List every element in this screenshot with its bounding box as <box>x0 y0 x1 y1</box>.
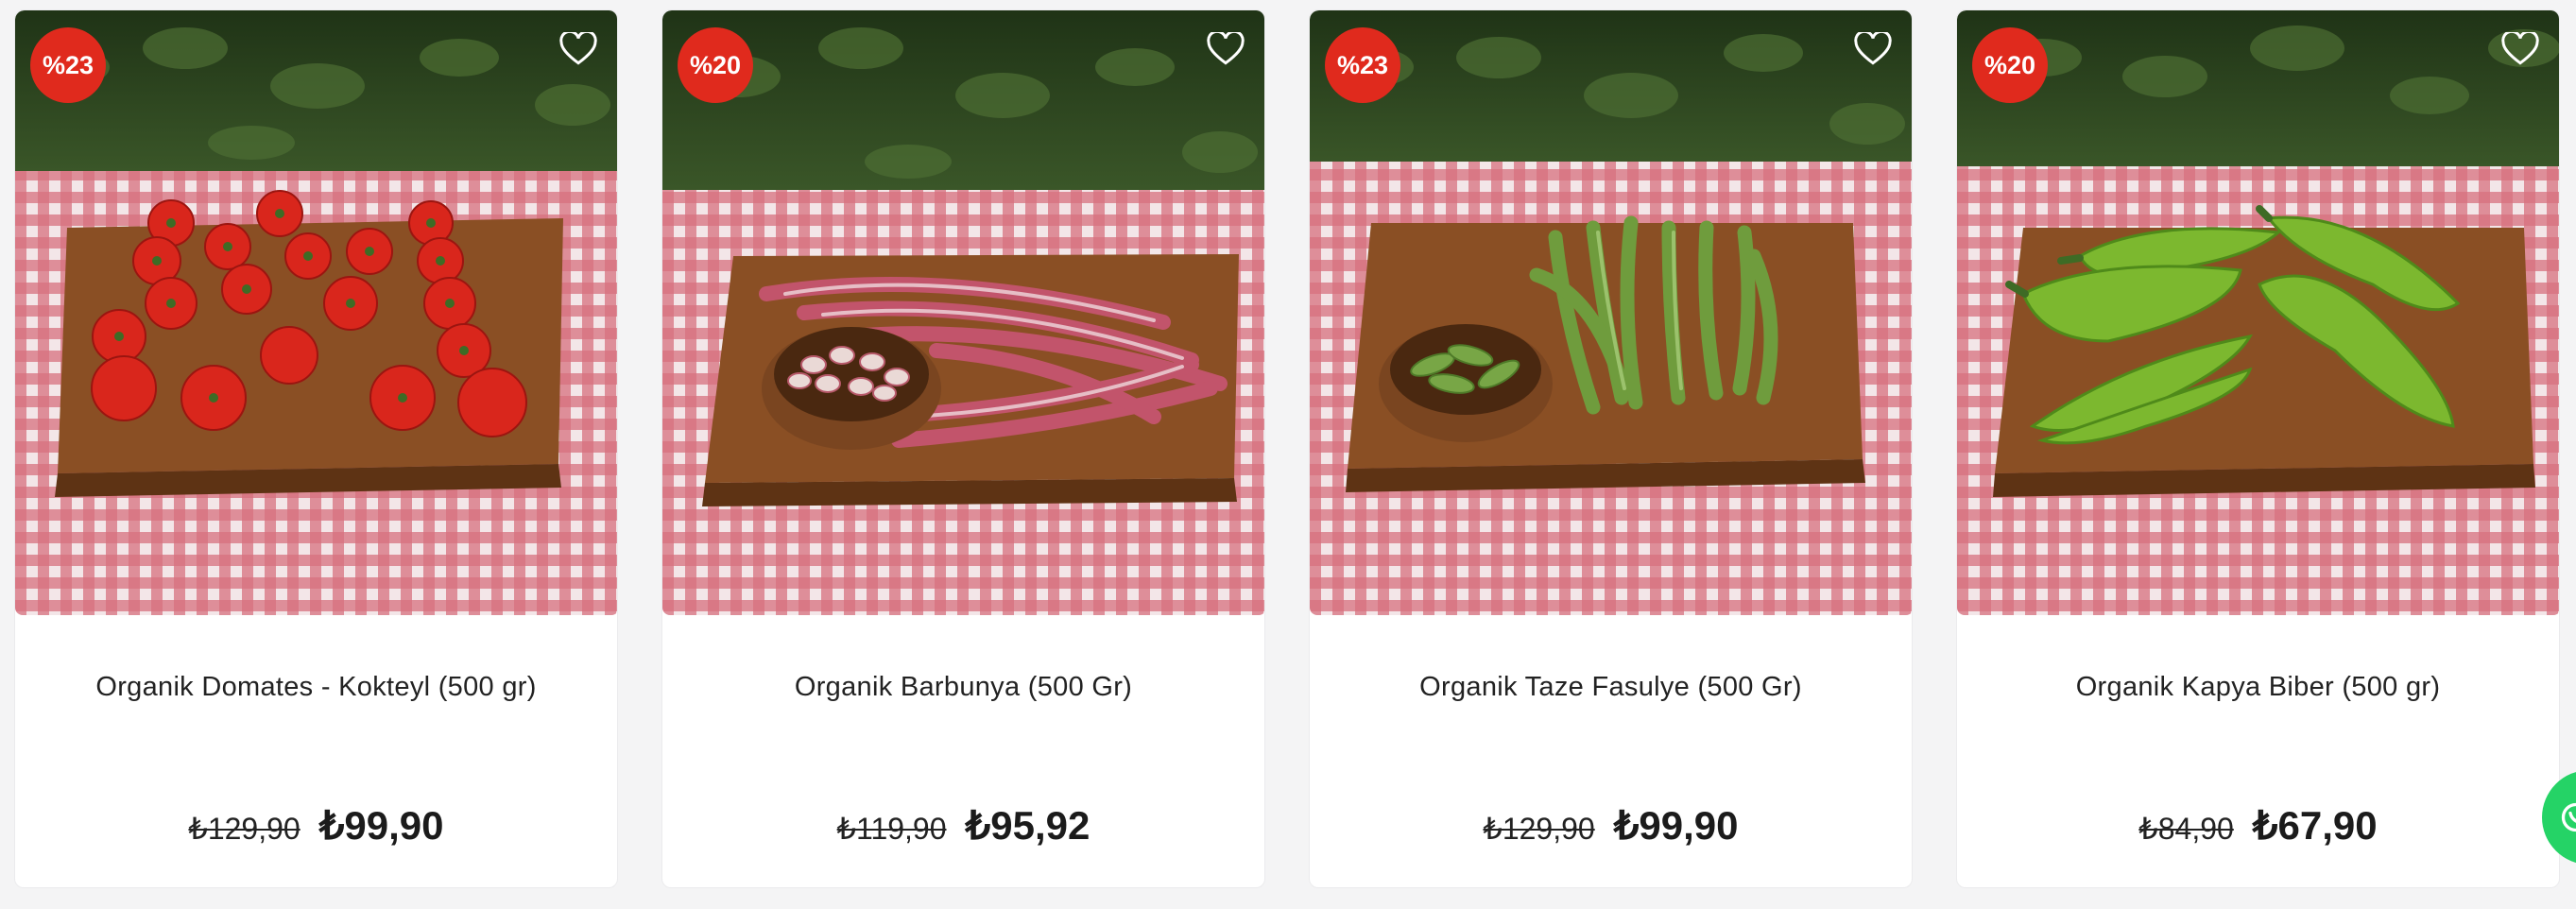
heart-icon[interactable] <box>1202 26 1249 73</box>
product-image[interactable] <box>1957 10 2559 615</box>
product-title[interactable]: Organik Domates - Kokteyl (500 gr) <box>15 672 617 703</box>
product-card[interactable]: %20 Organik Kapya Biber (500 gr) ₺84,90 … <box>1956 9 2560 888</box>
product-title[interactable]: Organik Barbunya (500 Gr) <box>662 672 1264 703</box>
price-row: ₺129,90 ₺99,90 <box>15 802 617 849</box>
product-card[interactable]: %23 Organik Taze Fasulye (500 Gr) ₺129,9… <box>1309 9 1913 888</box>
product-image[interactable] <box>15 10 617 615</box>
discount-badge: %23 <box>30 27 106 103</box>
price-row: ₺119,90 ₺95,92 <box>662 802 1264 849</box>
current-price: ₺99,90 <box>1613 803 1739 848</box>
product-title[interactable]: Organik Taze Fasulye (500 Gr) <box>1310 672 1912 703</box>
current-price: ₺99,90 <box>318 803 444 848</box>
discount-badge: %20 <box>1972 27 2048 103</box>
old-price: ₺129,90 <box>188 812 301 846</box>
current-price: ₺95,92 <box>965 803 1091 848</box>
old-price: ₺119,90 <box>836 812 947 846</box>
product-image[interactable] <box>1310 10 1912 615</box>
discount-badge: %20 <box>678 27 753 103</box>
price-row: ₺129,90 ₺99,90 <box>1310 802 1912 849</box>
heart-icon[interactable] <box>2497 26 2544 73</box>
product-image[interactable] <box>662 10 1264 615</box>
discount-badge: %23 <box>1325 27 1400 103</box>
product-title[interactable]: Organik Kapya Biber (500 gr) <box>1957 672 2559 703</box>
product-card[interactable]: %23 Organik Domates - Kokteyl (500 gr) ₺… <box>14 9 618 888</box>
product-card[interactable]: %20 Organik Barbunya (500 Gr) ₺119,90 ₺9… <box>661 9 1265 888</box>
heart-icon[interactable] <box>555 26 602 73</box>
old-price: ₺129,90 <box>1483 812 1595 846</box>
heart-icon[interactable] <box>1849 26 1897 73</box>
current-price: ₺67,90 <box>2252 803 2378 848</box>
old-price: ₺84,90 <box>2138 812 2234 846</box>
price-row: ₺84,90 ₺67,90 <box>1957 802 2559 849</box>
product-grid: %23 Organik Domates - Kokteyl (500 gr) ₺… <box>14 9 2560 888</box>
